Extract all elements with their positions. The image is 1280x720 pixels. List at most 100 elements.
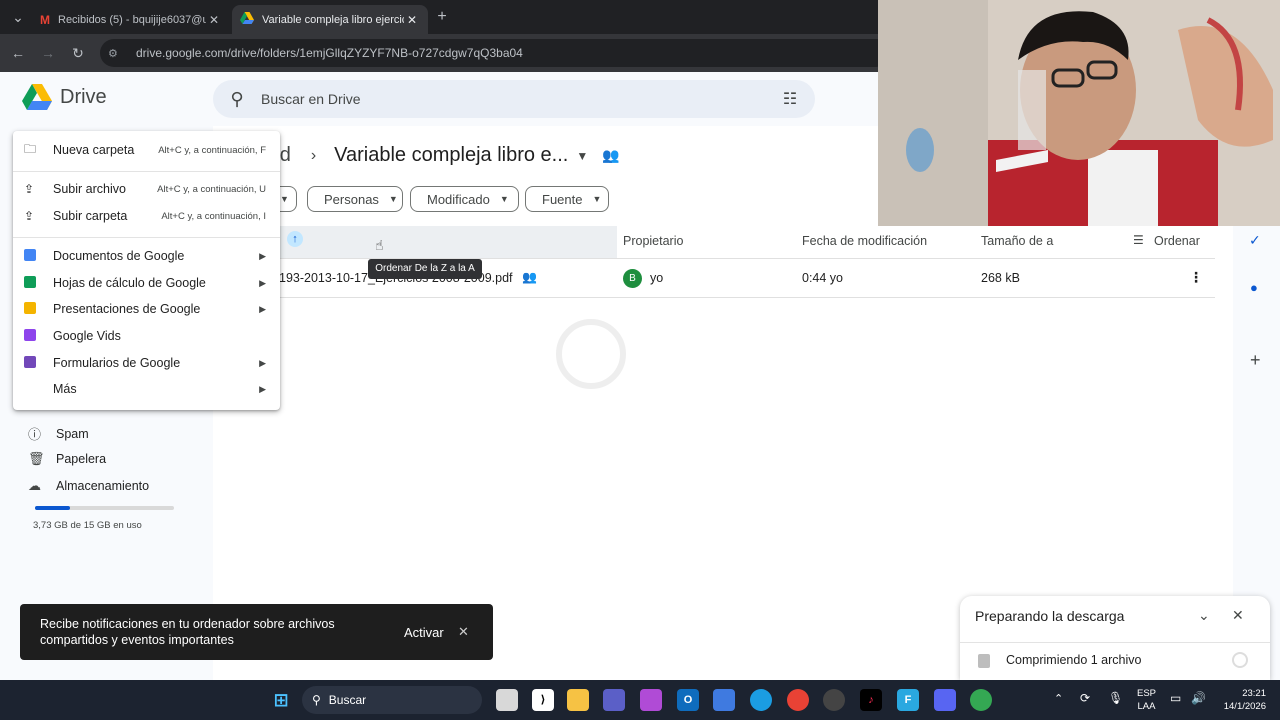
openai-icon[interactable] [823, 689, 845, 711]
submenu-arrow-icon: ▶ [259, 383, 266, 394]
volume-icon[interactable]: 🔊 [1191, 691, 1206, 705]
menu-item-forms[interactable]: Formularios de Google ▶ [13, 350, 280, 376]
tasks-icon[interactable]: ✓ [1249, 232, 1261, 249]
chrome-icon[interactable] [787, 689, 809, 711]
teams-icon[interactable] [603, 689, 625, 711]
filter-modified-chip[interactable]: Modificado ▼ [410, 186, 519, 212]
archive-icon [978, 654, 990, 668]
search-filter-icon[interactable]: ☷ [765, 89, 815, 109]
search-icon[interactable]: ⚲ [213, 89, 261, 110]
sidebar-item-storage[interactable]: ☁ Almacenamiento [28, 478, 149, 494]
tab-gmail[interactable]: M Recibidos (5) - bquijije6037@ut ✕ [32, 5, 230, 34]
storage-bar [35, 506, 174, 510]
submenu-arrow-icon: ▶ [259, 303, 266, 314]
menu-item-docs[interactable]: Documentos de Google ▶ [13, 243, 280, 269]
spam-icon: ⓘ [28, 427, 42, 442]
back-icon[interactable]: ← [8, 43, 28, 63]
clock[interactable]: 23:21 14/1/2026 [1222, 687, 1266, 713]
menu-item-new-folder[interactable]: 🗀 Nueva carpeta Alt+C y, a continuación,… [13, 137, 280, 163]
new-folder-icon: 🗀 [24, 141, 37, 156]
network-icon[interactable]: ▭ [1170, 691, 1181, 705]
search-input[interactable]: Buscar en Drive [261, 91, 765, 107]
sort-button[interactable]: Ordenar [1154, 234, 1200, 248]
menu-item-upload-file[interactable]: ⇪ Subir archivo Alt+C y, a continuación,… [13, 176, 280, 202]
sort-lines-icon[interactable]: ☰ [1133, 233, 1144, 247]
storage-fill [35, 506, 70, 510]
copilot-icon[interactable] [640, 689, 662, 711]
chrome-active-icon[interactable] [970, 689, 992, 711]
app-icon[interactable]: ⟩ [532, 689, 554, 711]
outlook-icon[interactable]: O [677, 689, 699, 711]
new-tab-button[interactable]: + [432, 7, 452, 27]
search-bar[interactable]: ⚲ Buscar en Drive ☷ [213, 80, 815, 118]
tiktok-icon[interactable]: ♪ [860, 689, 882, 711]
activate-button[interactable]: Activar [404, 625, 444, 640]
edge-icon[interactable] [750, 689, 772, 711]
tray-chevron-icon[interactable]: ⌃ [1054, 692, 1063, 705]
trash-icon: 🗑 [28, 451, 45, 466]
avatar: B [623, 269, 642, 288]
sync-icon[interactable]: ⟳ [1080, 691, 1090, 705]
chevron-right-icon: › [310, 146, 317, 164]
submenu-arrow-icon: ▶ [259, 250, 266, 261]
windows-start-icon[interactable]: ⊞ [270, 689, 292, 711]
webcam-person-image [878, 0, 1280, 226]
site-info-icon[interactable]: ⚙ [108, 47, 126, 60]
filter-source-chip[interactable]: Fuente ▼ [525, 186, 609, 212]
cloud-icon: ☁ [28, 478, 41, 493]
sort-ascending-icon[interactable]: ↑ [287, 231, 303, 247]
size-column-header[interactable]: Tamaño de a [981, 234, 1053, 248]
forward-icon[interactable]: → [38, 43, 58, 63]
panel-divider [960, 642, 1270, 643]
language-indicator[interactable]: ESP LAA [1137, 687, 1156, 713]
app-f-icon[interactable]: F [897, 689, 919, 711]
tab-search-icon[interactable]: ⌄ [8, 7, 28, 27]
collapse-icon[interactable]: ⌄ [1198, 607, 1210, 624]
close-icon[interactable]: ✕ [1232, 607, 1244, 624]
drive-logo[interactable]: Drive [22, 84, 107, 110]
taskbar-search[interactable]: ⚲ Buscar [302, 686, 482, 714]
browser-tab-bar: ⌄ M Recibidos (5) - bquijije6037@ut ✕ Va… [0, 0, 878, 34]
task-view-icon[interactable] [496, 689, 518, 711]
store-icon[interactable] [713, 689, 735, 711]
mic-icon[interactable]: 🎙 [1108, 691, 1123, 705]
menu-item-more[interactable]: Más ▶ [13, 376, 280, 402]
file-explorer-icon[interactable] [567, 689, 589, 711]
menu-item-upload-folder[interactable]: ⇪ Subir carpeta Alt+C y, a continuación,… [13, 203, 280, 229]
cursor-icon: ☝ [375, 237, 384, 253]
shared-icon: 👥 [522, 270, 537, 284]
close-icon[interactable]: ✕ [206, 13, 222, 27]
download-status: Comprimiendo 1 archivo [1006, 653, 1142, 667]
loading-spinner [556, 319, 626, 389]
sidebar-item-trash[interactable]: 🗑 Papelera [28, 451, 106, 467]
drive-logo-icon [22, 84, 52, 110]
reload-icon[interactable]: ↻ [68, 43, 88, 63]
upload-folder-icon: ⇪ [24, 209, 35, 223]
name-column-header[interactable]: ↑ ☝ [275, 226, 617, 258]
menu-item-slides[interactable]: Presentaciones de Google ▶ [13, 296, 280, 322]
close-icon[interactable]: ✕ [458, 624, 469, 640]
owner-column-header[interactable]: Propietario [623, 234, 683, 248]
vids-icon [24, 328, 36, 341]
dropdown-arrow-icon: ▼ [388, 194, 398, 204]
shared-people-icon[interactable]: 👥 [602, 147, 619, 164]
upload-file-icon: ⇪ [24, 182, 35, 196]
modified-column-header[interactable]: Fecha de modificación [802, 234, 927, 248]
menu-divider [13, 237, 280, 238]
filter-people-chip[interactable]: Personas ▼ [307, 186, 403, 212]
menu-item-vids[interactable]: Google Vids [13, 323, 280, 349]
add-addon-icon[interactable]: + [1250, 350, 1261, 371]
forms-icon [24, 355, 36, 368]
discord-icon[interactable] [934, 689, 956, 711]
download-panel: Preparando la descarga ⌄ ✕ Comprimiendo … [960, 596, 1270, 680]
tab-drive[interactable]: Variable compleja libro ejercicio ✕ [232, 5, 428, 34]
sidebar-item-spam[interactable]: ⓘ Spam [28, 424, 89, 443]
menu-item-sheets[interactable]: Hojas de cálculo de Google ▶ [13, 270, 280, 296]
contacts-icon[interactable]: ● [1250, 280, 1258, 295]
address-bar[interactable]: ⚙ drive.google.com/drive/folders/1emjGll… [100, 39, 890, 67]
chevron-down-icon[interactable]: ▼ [576, 149, 588, 163]
page-title[interactable]: Variable compleja libro e... [334, 144, 568, 167]
more-options-icon[interactable]: ⋮ [1189, 269, 1203, 286]
breadcrumb: idad › Variable compleja libro e... ▼ 👥 [253, 144, 620, 167]
close-icon[interactable]: ✕ [404, 13, 420, 27]
